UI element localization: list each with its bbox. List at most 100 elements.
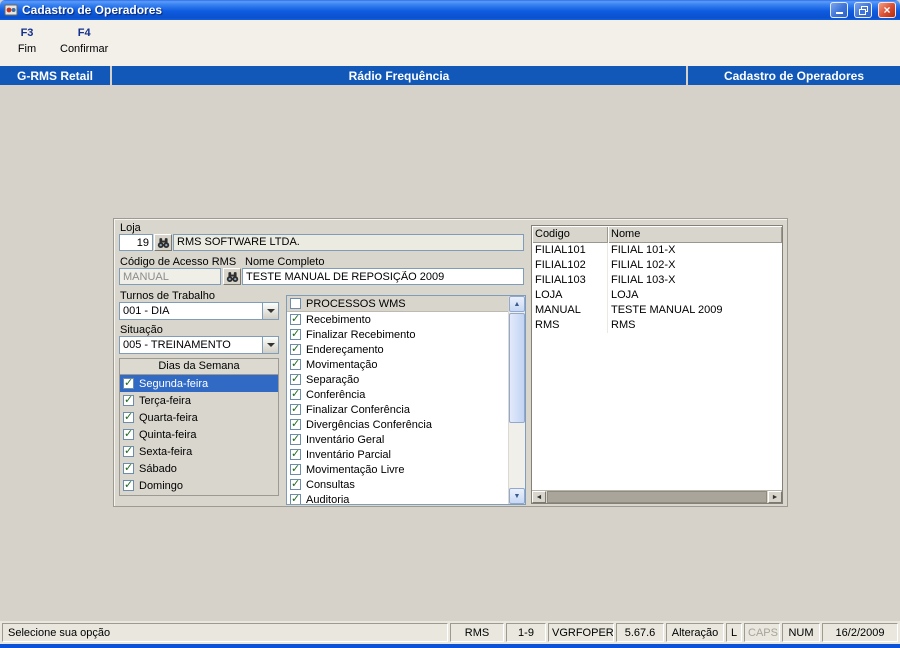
codigo-acesso-input[interactable] xyxy=(119,268,221,285)
cell-nome: TESTE MANUAL 2009 xyxy=(611,304,723,316)
processo-checkbox[interactable] xyxy=(290,387,301,400)
processo-list-item[interactable]: Inventário Parcial xyxy=(287,447,508,462)
table-row[interactable]: MANUAL TESTE MANUAL 2009 xyxy=(532,303,782,318)
codigo-lookup-button[interactable] xyxy=(223,268,241,285)
status-cell: L xyxy=(726,623,742,642)
processos-header-checkbox[interactable] xyxy=(290,298,301,309)
scrollbar-thumb[interactable] xyxy=(509,313,525,423)
processo-checkbox[interactable] xyxy=(290,372,301,385)
column-header-codigo[interactable]: Codigo xyxy=(532,226,608,243)
minimize-icon xyxy=(835,12,843,14)
processo-label: Divergências Conferência xyxy=(306,418,432,431)
dia-checkbox[interactable] xyxy=(123,478,134,491)
scroll-right-icon[interactable]: ► xyxy=(768,491,782,503)
dia-list-item[interactable]: Domingo xyxy=(120,477,278,494)
status-cell: 5.67.6 xyxy=(616,623,664,642)
cell-nome: FILIAL 101-X xyxy=(611,244,676,256)
main-area: Loja RMS SOFTWARE LTDA. Código de Acesso… xyxy=(0,85,900,621)
processo-label: Consultas xyxy=(306,478,355,491)
situacao-selected-value: 005 - TREINAMENTO xyxy=(123,339,231,351)
dia-list-item[interactable]: Terça-feira xyxy=(120,392,278,409)
turnos-dropdown-button[interactable] xyxy=(262,303,278,319)
operator-form-panel: Loja RMS SOFTWARE LTDA. Código de Acesso… xyxy=(113,218,788,507)
dia-label: Domingo xyxy=(139,479,184,492)
processo-checkbox[interactable] xyxy=(290,402,301,415)
status-cell: 1-9 xyxy=(506,623,546,642)
turnos-selected-value: 001 - DIA xyxy=(123,305,170,317)
dia-list-item[interactable]: Segunda-feira xyxy=(120,375,278,392)
processo-list-item[interactable]: Movimentação xyxy=(287,357,508,372)
processo-list-item[interactable]: Recebimento xyxy=(287,312,508,327)
horizontal-scrollbar-thumb[interactable] xyxy=(547,491,767,503)
dia-checkbox[interactable] xyxy=(123,410,134,423)
processo-checkbox[interactable] xyxy=(290,312,301,325)
processo-list-item[interactable]: Inventário Geral xyxy=(287,432,508,447)
cell-codigo: FILIAL102 xyxy=(532,258,608,273)
table-row[interactable]: FILIAL102 FILIAL 102-X xyxy=(532,258,782,273)
processo-label: Separação xyxy=(306,373,360,386)
processo-checkbox[interactable] xyxy=(290,477,301,490)
processo-list-item[interactable]: Finalizar Conferência xyxy=(287,402,508,417)
processo-list-item[interactable]: Separação xyxy=(287,372,508,387)
dia-checkbox[interactable] xyxy=(123,461,134,474)
nome-completo-input[interactable] xyxy=(242,268,524,285)
dia-list-item[interactable]: Sábado xyxy=(120,460,278,477)
table-row[interactable]: RMS RMS xyxy=(532,318,782,333)
fkey-button[interactable]: F4 Confirmar xyxy=(58,27,110,55)
processo-list-item[interactable]: Movimentação Livre xyxy=(287,462,508,477)
processo-checkbox[interactable] xyxy=(290,447,301,460)
dia-label: Quinta-feira xyxy=(139,428,197,441)
minimize-button[interactable] xyxy=(830,2,848,18)
dia-checkbox[interactable] xyxy=(123,393,134,406)
window-title: Cadastro de Operadores xyxy=(22,3,163,17)
processos-header-row[interactable]: PROCESSOS WMS xyxy=(287,296,508,312)
restore-button[interactable] xyxy=(854,2,872,18)
status-cell: VGRFOPER xyxy=(548,623,614,642)
processo-checkbox[interactable] xyxy=(290,417,301,430)
dia-list-item[interactable]: Quinta-feira xyxy=(120,426,278,443)
dia-label: Quarta-feira xyxy=(139,411,198,424)
situacao-select[interactable]: 005 - TREINAMENTO xyxy=(119,336,279,354)
vertical-scrollbar[interactable]: ▲ ▼ xyxy=(508,296,525,504)
processo-list-item[interactable]: Endereçamento xyxy=(287,342,508,357)
processo-list-item[interactable]: Divergências Conferência xyxy=(287,417,508,432)
loja-lookup-button[interactable] xyxy=(154,234,172,251)
loja-code-input[interactable] xyxy=(119,234,153,251)
table-row[interactable]: LOJA LOJA xyxy=(532,288,782,303)
nome-completo-label: Nome Completo xyxy=(245,256,325,268)
situacao-dropdown-button[interactable] xyxy=(262,337,278,353)
processo-list-item[interactable]: Consultas xyxy=(287,477,508,492)
scroll-up-icon[interactable]: ▲ xyxy=(509,296,525,312)
column-header-nome[interactable]: Nome xyxy=(608,226,782,243)
processo-list-item[interactable]: Auditoria xyxy=(287,492,508,504)
cell-nome: FILIAL 102-X xyxy=(611,259,676,271)
dia-list-item[interactable]: Sexta-feira xyxy=(120,443,278,460)
table-row[interactable]: FILIAL103 FILIAL 103-X xyxy=(532,273,782,288)
status-cell: CAPS xyxy=(744,623,780,642)
table-row[interactable]: FILIAL101 FILIAL 101-X xyxy=(532,243,782,258)
fkey-label: F4 xyxy=(77,27,91,39)
processo-checkbox[interactable] xyxy=(290,342,301,355)
processo-checkbox[interactable] xyxy=(290,327,301,340)
scroll-down-icon[interactable]: ▼ xyxy=(509,488,525,504)
horizontal-scrollbar[interactable]: ◄ ► xyxy=(532,490,782,503)
processo-list-item[interactable]: Finalizar Recebimento xyxy=(287,327,508,342)
chevron-down-icon xyxy=(266,309,275,317)
processo-checkbox[interactable] xyxy=(290,432,301,445)
status-message: Selecione sua opção xyxy=(2,623,448,642)
processo-label: Finalizar Recebimento xyxy=(306,328,416,341)
processo-checkbox[interactable] xyxy=(290,492,301,504)
processo-label: Inventário Geral xyxy=(306,433,385,446)
processo-list-item[interactable]: Conferência xyxy=(287,387,508,402)
processo-checkbox[interactable] xyxy=(290,462,301,475)
turnos-select[interactable]: 001 - DIA xyxy=(119,302,279,320)
scroll-left-icon[interactable]: ◄ xyxy=(532,491,546,503)
dia-checkbox[interactable] xyxy=(123,444,134,457)
fkey-button[interactable]: F3 Fim xyxy=(12,27,42,55)
processo-checkbox[interactable] xyxy=(290,357,301,370)
dia-checkbox[interactable] xyxy=(123,376,134,389)
dia-list-item[interactable]: Quarta-feira xyxy=(120,409,278,426)
dia-checkbox[interactable] xyxy=(123,427,134,440)
cell-codigo: FILIAL103 xyxy=(532,273,608,288)
close-button[interactable]: × xyxy=(878,2,896,18)
